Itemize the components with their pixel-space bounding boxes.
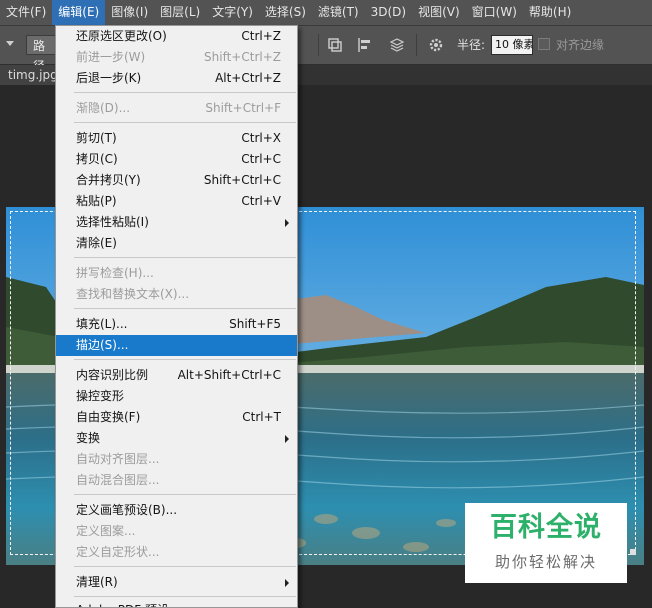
menu-image[interactable]: 图像(I) [105, 0, 154, 25]
path-operations-icon[interactable] [326, 36, 344, 54]
menu-separator [74, 122, 296, 123]
radius-input[interactable]: 10 像素 [491, 35, 533, 55]
menu-item-fade: 渐隐(D)... Shift+Ctrl+F [76, 101, 281, 115]
menu-item-adobe-pdf-presets[interactable]: Adobe PDF 预设... [56, 600, 297, 607]
menu-select[interactable]: 选择(S) [259, 0, 312, 25]
menu-item-clear[interactable]: 清除(E) [56, 233, 297, 254]
watermark-subtitle: 助你轻松解决 [494, 553, 597, 571]
menu-item-copy[interactable]: 拷贝(C) Ctrl+C [56, 149, 297, 170]
submenu-arrow-icon [285, 435, 289, 443]
document-tab[interactable]: timg.jpg [0, 65, 60, 85]
submenu-arrow-icon [285, 219, 289, 227]
gear-icon[interactable] [427, 36, 445, 54]
menu-separator [74, 596, 296, 597]
submenu-arrow-icon [285, 579, 289, 587]
menu-separator [74, 308, 296, 309]
menu-item-purge[interactable]: 清理(R) [56, 572, 297, 593]
menu-item-define-brush-preset[interactable]: 定义画笔预设(B)... [56, 500, 297, 521]
path-arrangement-icon[interactable] [388, 36, 406, 54]
align-edges-label: 对齐边缘 [556, 38, 605, 52]
menu-item-transform[interactable]: 变换 [56, 428, 297, 449]
menu-filter[interactable]: 滤镜(T) [312, 0, 365, 25]
options-divider [416, 34, 417, 56]
menu-item-step-forward: 前进一步(W) Shift+Ctrl+Z [76, 50, 281, 64]
menu-item-undo[interactable]: 还原选区更改(O) Ctrl+Z [56, 26, 297, 47]
menu-item-find-replace-text: 查找和替换文本(X)... [76, 287, 190, 301]
menu-item-auto-blend-layers: 自动混合图层... [76, 473, 160, 487]
menu-view[interactable]: 视图(V) [412, 0, 466, 25]
radius-label: 半径: [457, 38, 486, 52]
options-divider [318, 34, 319, 56]
align-edges-checkbox[interactable] [538, 38, 550, 50]
menu-item-cut[interactable]: 剪切(T) Ctrl+X [56, 128, 297, 149]
menu-item-define-custom-shape: 定义自定形状... [76, 545, 160, 559]
menu-item-stroke[interactable]: 描边(S)... [56, 335, 297, 356]
menu-layer[interactable]: 图层(L) [154, 0, 206, 25]
menu-edit[interactable]: 编辑(E) [52, 0, 106, 25]
menu-item-auto-align-layers: 自动对齐图层... [76, 452, 160, 466]
menu-item-check-spelling: 拼写检查(H)... [76, 266, 154, 280]
menu-help[interactable]: 帮助(H) [523, 0, 577, 25]
menu-separator [74, 566, 296, 567]
menu-item-define-pattern: 定义图案... [76, 524, 136, 538]
menu-item-puppet-warp[interactable]: 操控变形 [56, 386, 297, 407]
menu-3d[interactable]: 3D(D) [365, 0, 412, 25]
menu-separator [74, 494, 296, 495]
menu-item-fill[interactable]: 填充(L)... Shift+F5 [56, 314, 297, 335]
menu-item-paste[interactable]: 粘贴(P) Ctrl+V [56, 191, 297, 212]
path-alignment-icon[interactable] [356, 36, 374, 54]
menu-item-content-aware-scale[interactable]: 内容识别比例 Alt+Shift+Ctrl+C [56, 365, 297, 386]
selection-handle[interactable] [630, 549, 636, 555]
menu-item-free-transform[interactable]: 自由变换(F) Ctrl+T [56, 407, 297, 428]
menu-type[interactable]: 文字(Y) [206, 0, 259, 25]
menu-item-copy-merged[interactable]: 合并拷贝(Y) Shift+Ctrl+C [56, 170, 297, 191]
menu-separator [74, 359, 296, 360]
menu-item-step-backward[interactable]: 后退一步(K) Alt+Ctrl+Z [56, 68, 297, 89]
menu-window[interactable]: 窗口(W) [466, 0, 523, 25]
edit-menu-dropdown: 还原选区更改(O) Ctrl+Z 前进一步(W) Shift+Ctrl+Z 后退一步… [55, 25, 298, 608]
menu-bar: 文件(F) 编辑(E) 图像(I) 图层(L) 文字(Y) 选择(S) 滤镜(T… [0, 0, 652, 26]
menu-separator [74, 257, 296, 258]
menu-file[interactable]: 文件(F) [0, 0, 52, 25]
path-select-dropdown[interactable]: 路径 [26, 35, 56, 73]
watermark-logo: 百科全说 助你轻松解决 [465, 503, 627, 583]
menu-item-paste-special[interactable]: 选择性粘贴(I) [56, 212, 297, 233]
watermark-title: 百科全说 [490, 512, 602, 543]
menu-separator [74, 92, 296, 93]
tool-preset-caret-icon[interactable] [6, 41, 14, 46]
